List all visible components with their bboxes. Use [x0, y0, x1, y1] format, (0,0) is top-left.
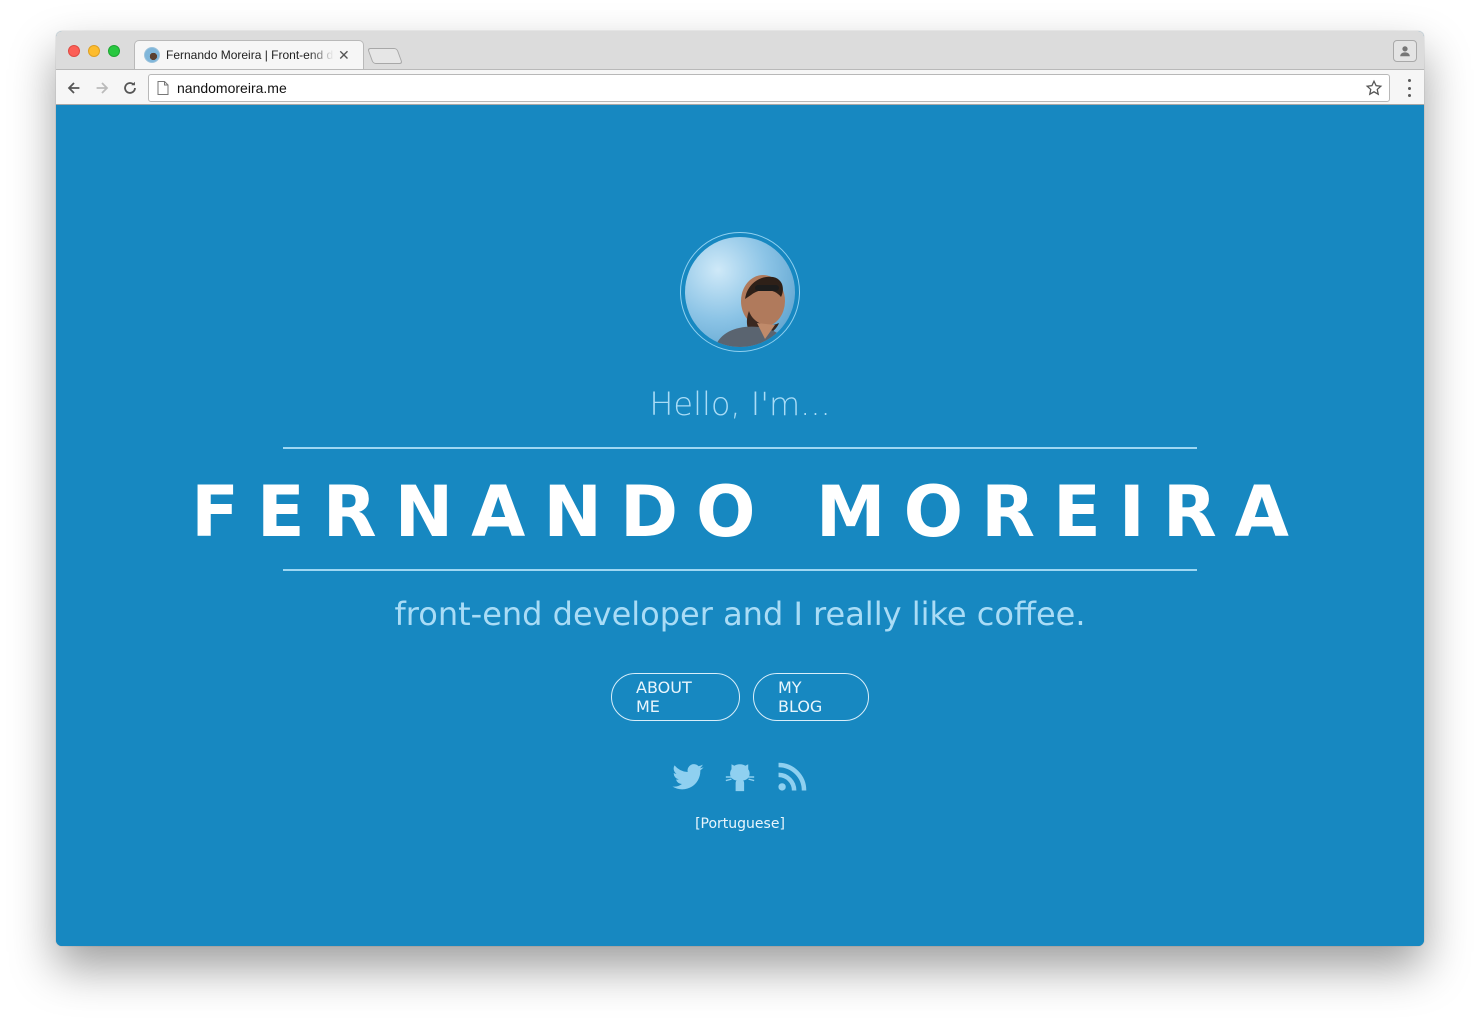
language-switch: [Portuguese] — [56, 816, 1424, 832]
close-icon[interactable]: ✕ — [338, 47, 350, 64]
cta-buttons: ABOUT ME MY BLOG — [56, 673, 1424, 721]
favicon-icon — [144, 47, 160, 63]
rss-icon[interactable] — [775, 760, 809, 794]
more-vert-icon[interactable] — [1406, 79, 1412, 97]
greeting-text: Hello, I'm... — [649, 385, 831, 423]
avatar-photo — [715, 275, 789, 347]
twitter-icon[interactable] — [671, 760, 705, 794]
url-text[interactable]: nandomoreira.me — [177, 80, 287, 96]
divider-bottom — [283, 569, 1197, 571]
my-blog-button[interactable]: MY BLOG — [753, 673, 869, 721]
zoom-window-button[interactable] — [108, 45, 120, 57]
address-bar[interactable]: nandomoreira.me — [148, 74, 1390, 102]
tab-strip: Fernando Moreira | Front-end developer ✕ — [56, 31, 1424, 69]
back-button[interactable] — [64, 78, 84, 98]
reload-button[interactable] — [120, 78, 140, 98]
profile-button[interactable] — [1393, 40, 1417, 62]
tagline-text: front-end developer and I really like co… — [394, 595, 1086, 633]
browser-window: Fernando Moreira | Front-end developer ✕ — [56, 31, 1424, 946]
about-me-button[interactable]: ABOUT ME — [611, 673, 740, 721]
avatar-ring — [680, 232, 800, 352]
forward-button[interactable] — [92, 78, 112, 98]
close-window-button[interactable] — [68, 45, 80, 57]
reload-icon — [124, 81, 136, 94]
browser-toolbar: nandomoreira.me — [56, 69, 1424, 105]
avatar — [685, 237, 795, 347]
social-links — [56, 760, 1424, 794]
name-heading: FERNANDO MOREIRA — [191, 471, 1307, 553]
new-tab-button[interactable] — [367, 48, 403, 64]
star-icon[interactable] — [1365, 79, 1383, 97]
divider-top — [283, 447, 1197, 449]
minimize-window-button[interactable] — [88, 45, 100, 57]
page-icon — [157, 81, 169, 95]
person-icon — [1400, 46, 1410, 57]
arrow-left-icon — [67, 82, 80, 94]
arrow-right-icon — [96, 82, 109, 94]
tab-title: Fernando Moreira | Front-end developer — [166, 48, 334, 62]
browser-tab-content[interactable]: Fernando Moreira | Front-end developer ✕ — [142, 41, 358, 69]
page-content: Hello, I'm... FERNANDO MOREIRA front-end… — [56, 105, 1424, 946]
portuguese-link[interactable]: [Portuguese] — [695, 816, 785, 832]
github-icon[interactable] — [723, 760, 757, 794]
